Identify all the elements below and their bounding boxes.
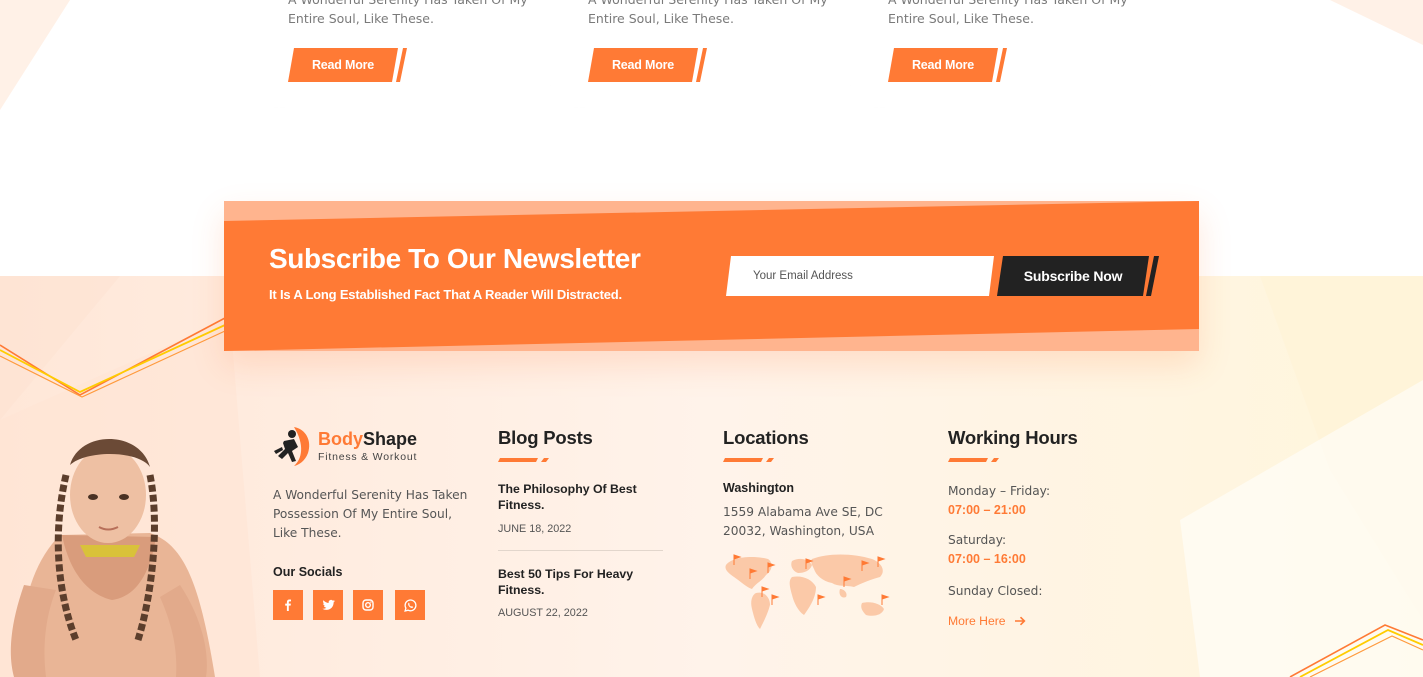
newsletter-subtitle: It Is A Long Established Fact That A Rea… bbox=[269, 287, 622, 302]
working-hours-heading: Working Hours bbox=[948, 427, 1078, 448]
excerpt-line: A Wonderful Serenity Has Taken Of My bbox=[288, 0, 538, 9]
locations-heading: Locations bbox=[723, 427, 809, 448]
read-more-button[interactable]: Read More bbox=[588, 48, 708, 82]
excerpt-line: Entire Soul, Like These. bbox=[288, 11, 434, 26]
read-more-label: Read More bbox=[311, 58, 375, 72]
blog-card-excerpt: A Wonderful Serenity Has Taken Of My Ent… bbox=[888, 0, 1138, 28]
read-more-label: Read More bbox=[911, 58, 975, 72]
newsletter-banner: Subscribe To Our Newsletter It Is A Long… bbox=[224, 201, 1199, 351]
twitter-icon bbox=[322, 599, 335, 610]
email-input[interactable] bbox=[726, 256, 994, 296]
facebook-link[interactable] bbox=[273, 590, 303, 620]
more-here-link[interactable]: More Here bbox=[948, 614, 1026, 628]
whatsapp-link[interactable] bbox=[395, 590, 425, 620]
heading-underline bbox=[723, 458, 775, 462]
read-more-button[interactable]: Read More bbox=[888, 48, 1008, 82]
heading-underline bbox=[948, 458, 1000, 462]
hours-label: Monday – Friday: bbox=[948, 484, 1051, 498]
instagram-icon bbox=[362, 599, 374, 611]
read-more-label: Read More bbox=[611, 58, 675, 72]
brand-name-rest: Shape bbox=[363, 429, 418, 449]
brand-name-accent: Body bbox=[318, 429, 363, 449]
brand-logo[interactable]: BodyShape Fitness & Workout bbox=[272, 425, 472, 467]
blog-post-date: AUGUST 22, 2022 bbox=[498, 607, 588, 619]
working-hours-column: Working Hours bbox=[948, 427, 1078, 462]
heading-underline bbox=[498, 458, 550, 462]
athlete-image bbox=[10, 438, 215, 677]
blog-card-excerpt: A Wonderful Serenity Has Taken Of My Ent… bbox=[288, 0, 538, 28]
twitter-link[interactable] bbox=[313, 590, 343, 620]
blog-card-excerpt: A Wonderful Serenity Has Taken Of My Ent… bbox=[588, 0, 838, 28]
location-city: Washington bbox=[723, 481, 795, 495]
subscribe-button-label: Subscribe Now bbox=[1023, 268, 1123, 284]
hours-time: 07:00 – 16:00 bbox=[948, 552, 1026, 566]
blog-post-title[interactable]: Best 50 Tips For Heavy Fitness. bbox=[498, 567, 668, 598]
runner-logo-icon bbox=[274, 427, 310, 466]
excerpt-line: A Wonderful Serenity Has Taken Of My bbox=[888, 0, 1138, 9]
blog-post-date: JUNE 18, 2022 bbox=[498, 523, 572, 535]
socials-heading: Our Socials bbox=[273, 565, 343, 579]
whatsapp-icon bbox=[403, 598, 417, 612]
hours-time: 07:00 – 21:00 bbox=[948, 503, 1026, 517]
brand-name: BodyShape bbox=[318, 429, 417, 450]
location-address: 1559 Alabama Ave SE, DC 20032, Washingto… bbox=[723, 505, 883, 538]
excerpt-line: Entire Soul, Like These. bbox=[888, 11, 1034, 26]
hours-closed: Sunday Closed: bbox=[948, 584, 1043, 598]
read-more-button[interactable]: Read More bbox=[288, 48, 408, 82]
world-map-icon bbox=[725, 554, 890, 629]
blog-post-title[interactable]: The Philosophy Of Best Fitness. bbox=[498, 482, 668, 513]
arrow-right-icon bbox=[1014, 616, 1026, 626]
instagram-link[interactable] bbox=[353, 590, 383, 620]
post-divider bbox=[498, 550, 663, 551]
subscribe-button[interactable]: Subscribe Now bbox=[997, 256, 1159, 296]
facebook-icon bbox=[285, 599, 291, 611]
brand-tagline: Fitness & Workout bbox=[318, 451, 418, 463]
locations-column: Locations bbox=[723, 427, 809, 462]
excerpt-line: Entire Soul, Like These. bbox=[588, 11, 734, 26]
about-text: A Wonderful Serenity Has Taken Possessio… bbox=[273, 488, 468, 540]
more-here-label: More Here bbox=[948, 614, 1006, 628]
blog-posts-column: Blog Posts bbox=[498, 427, 593, 462]
excerpt-line: A Wonderful Serenity Has Taken Of My bbox=[588, 0, 838, 9]
newsletter-title: Subscribe To Our Newsletter bbox=[269, 243, 641, 274]
hours-label: Saturday: bbox=[948, 533, 1007, 547]
blog-posts-heading: Blog Posts bbox=[498, 427, 593, 448]
